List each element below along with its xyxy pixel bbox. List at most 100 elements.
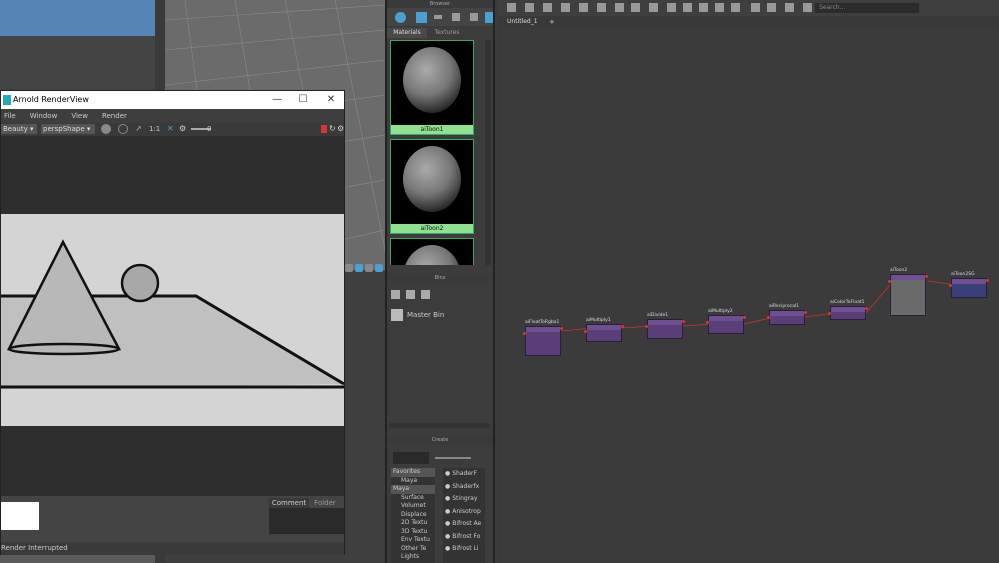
- master-bin-item[interactable]: Master Bin: [391, 308, 491, 322]
- material-swatch[interactable]: aiToon1: [390, 40, 474, 135]
- material-swatch[interactable]: aiToon2: [390, 139, 474, 234]
- input-port[interactable]: [767, 316, 770, 319]
- output-port[interactable]: [621, 325, 624, 328]
- sync-icon[interactable]: ✕: [167, 124, 175, 134]
- menu-view[interactable]: View: [71, 109, 88, 123]
- close-button[interactable]: ✕: [317, 91, 345, 109]
- create-node-item[interactable]: Bifrost Fo: [443, 531, 485, 544]
- create-category-item[interactable]: Surface: [391, 494, 435, 503]
- toolbar-icon[interactable]: [597, 3, 606, 12]
- tab-textures[interactable]: Textures: [427, 28, 467, 38]
- filter-icon[interactable]: [485, 12, 493, 23]
- render-canvas[interactable]: [1, 136, 344, 536]
- crop-icon[interactable]: [118, 124, 128, 134]
- output-port[interactable]: [560, 327, 563, 330]
- create-search-input[interactable]: [393, 452, 429, 464]
- toolbar-icon[interactable]: [561, 3, 570, 12]
- toolbar-icon[interactable]: [731, 3, 740, 12]
- output-port[interactable]: [925, 275, 928, 278]
- tab-comment[interactable]: Comment: [269, 498, 309, 508]
- toolbar-icon[interactable]: [579, 3, 588, 12]
- minimize-button[interactable]: —: [263, 91, 291, 109]
- create-category-item[interactable]: Favorites: [391, 468, 435, 477]
- stop-render-icon[interactable]: [321, 125, 327, 133]
- toolbar-icon[interactable]: [785, 3, 794, 12]
- toolbar-icon[interactable]: [543, 3, 552, 12]
- create-node-item[interactable]: Bifrost Ae: [443, 518, 485, 531]
- toolbar-icon[interactable]: [683, 3, 692, 12]
- sort-icon[interactable]: [470, 13, 478, 21]
- material-swatch[interactable]: [390, 238, 474, 265]
- toolbar-icon[interactable]: [751, 3, 760, 12]
- input-port[interactable]: [949, 284, 952, 287]
- input-port[interactable]: [523, 332, 526, 335]
- input-port[interactable]: [645, 325, 648, 328]
- create-node-item[interactable]: ShaderF: [443, 468, 485, 481]
- tab-folder[interactable]: Folder: [309, 498, 341, 508]
- toolbar-icon[interactable]: [649, 3, 658, 12]
- create-category-item[interactable]: Maya: [391, 477, 435, 486]
- toolbar-icon[interactable]: [715, 3, 724, 12]
- create-category-item[interactable]: Lights: [391, 553, 435, 562]
- output-port[interactable]: [865, 307, 868, 310]
- settings-gear-icon[interactable]: ⚙: [179, 124, 187, 134]
- fit-icon[interactable]: ↗: [135, 124, 145, 134]
- menu-render[interactable]: Render: [102, 109, 127, 123]
- toolbar-icon[interactable]: [631, 3, 640, 12]
- node-search-input[interactable]: Search...: [815, 3, 919, 13]
- output-port[interactable]: [682, 320, 685, 323]
- create-category-item[interactable]: Other Te: [391, 545, 435, 554]
- import-bin-icon[interactable]: [406, 290, 415, 299]
- create-node-item[interactable]: Bifrost Li: [443, 543, 485, 556]
- input-port[interactable]: [584, 330, 587, 333]
- refresh-icon[interactable]: ↻: [329, 124, 336, 134]
- tab-materials[interactable]: Materials: [387, 28, 427, 38]
- aov-dropdown[interactable]: Beauty ▾: [1, 124, 37, 134]
- toolbar-icon[interactable]: [767, 3, 776, 12]
- wireframe-icon[interactable]: [355, 264, 363, 272]
- render-region-icon[interactable]: [101, 124, 111, 134]
- small-icons-icon[interactable]: [452, 13, 460, 21]
- toolbar-icon[interactable]: [803, 3, 812, 12]
- new-bin-icon[interactable]: [391, 290, 400, 299]
- create-category-item[interactable]: 2D Textu: [391, 519, 435, 528]
- create-category-item[interactable]: Volumet: [391, 502, 435, 511]
- create-category-item[interactable]: Displace: [391, 511, 435, 520]
- create-node-item[interactable]: Anisotrop: [443, 506, 485, 519]
- output-port[interactable]: [804, 311, 807, 314]
- maximize-button[interactable]: ☐: [289, 91, 317, 109]
- create-category-item[interactable]: Env Textu: [391, 536, 435, 545]
- toolbar-icon[interactable]: [525, 3, 534, 12]
- add-tab-button[interactable]: +: [549, 17, 559, 27]
- bins-scrollbar[interactable]: [389, 423, 489, 428]
- options-gear-icon[interactable]: ⚙: [337, 124, 344, 134]
- list-view-icon[interactable]: [434, 15, 442, 19]
- create-node-item[interactable]: Shaderfx: [443, 481, 485, 494]
- snapshot-thumbnail[interactable]: [1, 502, 39, 530]
- input-port[interactable]: [888, 280, 891, 283]
- menu-window[interactable]: Window: [30, 109, 58, 123]
- create-category-item[interactable]: Maya: [391, 485, 435, 494]
- toolbar-icon[interactable]: [667, 3, 676, 12]
- icon-size-slider[interactable]: [435, 457, 471, 459]
- grid-view-icon[interactable]: [416, 12, 427, 23]
- browser-mode-icon[interactable]: [395, 12, 406, 23]
- comment-input[interactable]: [269, 508, 344, 534]
- toolbar-icon[interactable]: [507, 3, 516, 12]
- toolbar-icon[interactable]: [699, 3, 708, 12]
- toolbar-icon[interactable]: [615, 3, 624, 12]
- output-port[interactable]: [986, 279, 989, 282]
- node-graph[interactable]: aiFloatToRgba1 aiMultiply1 aiDivide1 aiMult…: [501, 28, 999, 563]
- menu-file[interactable]: File: [4, 109, 16, 123]
- tab-untitled[interactable]: Untitled_1: [503, 17, 543, 27]
- camera-dropdown[interactable]: perspShape ▾: [41, 124, 95, 134]
- shading-icon[interactable]: [345, 264, 353, 272]
- create-node-item[interactable]: Stingray: [443, 493, 485, 506]
- create-category-item[interactable]: 3D Textu: [391, 528, 435, 537]
- lighting-icon[interactable]: [365, 264, 373, 272]
- isolate-icon[interactable]: [375, 264, 383, 272]
- zoom-reset[interactable]: 1:1: [149, 124, 160, 134]
- export-bin-icon[interactable]: [421, 290, 430, 299]
- input-port[interactable]: [828, 312, 831, 315]
- input-port[interactable]: [706, 321, 709, 324]
